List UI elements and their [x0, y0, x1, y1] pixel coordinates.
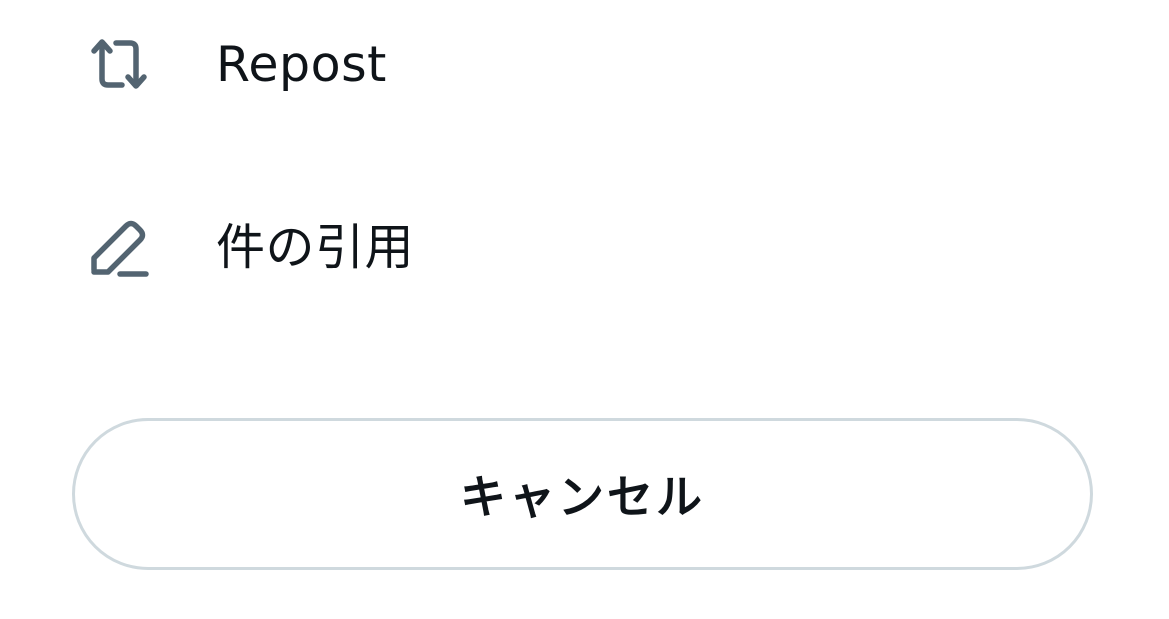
cancel-button[interactable]: キャンセル	[72, 418, 1093, 570]
pencil-icon	[82, 206, 156, 280]
repost-label: Repost	[216, 35, 387, 93]
share-action-sheet: Repost 件の引用 キャンセル	[0, 0, 1169, 619]
repost-menu-item[interactable]: Repost	[0, 0, 1169, 134]
quote-menu-item[interactable]: 件の引用	[0, 173, 1169, 313]
cancel-label: キャンセル	[460, 470, 705, 524]
repost-icon	[82, 27, 156, 101]
quote-label: 件の引用	[216, 218, 415, 276]
